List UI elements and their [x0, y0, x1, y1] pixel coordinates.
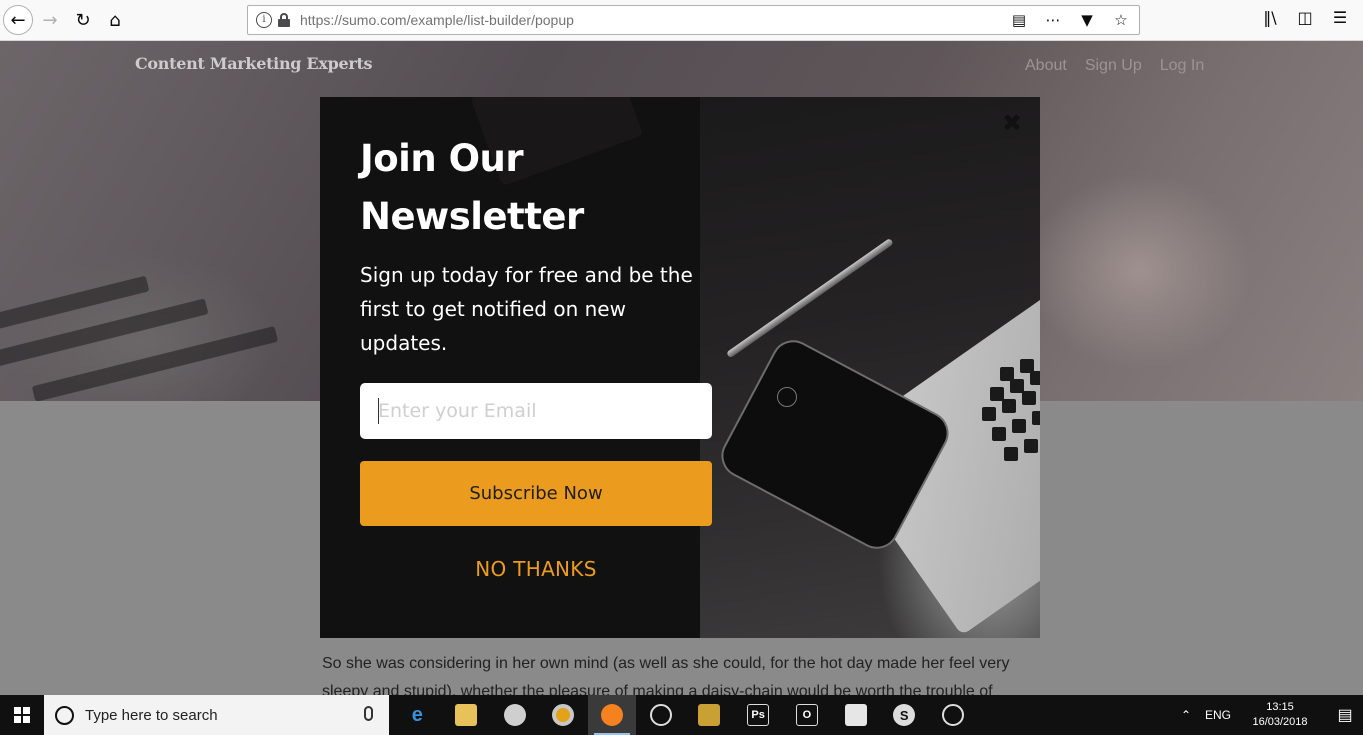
- lock-icon: [278, 13, 290, 27]
- paint-icon: [503, 704, 526, 726]
- microphone-icon[interactable]: [364, 706, 373, 721]
- sidebar-icon[interactable]: ◫: [1294, 8, 1316, 27]
- close-icon[interactable]: ✖: [1002, 111, 1022, 135]
- popup-title: Join Our Newsletter: [360, 130, 680, 246]
- site-brand[interactable]: Content Marketing Experts: [135, 54, 373, 73]
- pocket-icon[interactable]: ▼: [1077, 11, 1097, 29]
- nav-log-in[interactable]: Log In: [1160, 57, 1204, 75]
- popup-title-line: Join Our: [360, 137, 524, 180]
- info-icon[interactable]: i: [256, 12, 272, 28]
- page-actions-icon[interactable]: ⋯: [1043, 11, 1063, 29]
- subscribe-button[interactable]: Subscribe Now: [360, 461, 712, 526]
- edge-icon: e: [411, 703, 423, 726]
- clock-time: 13:15: [1266, 701, 1294, 713]
- photoshop-icon: Ps: [747, 704, 770, 726]
- article-line: So she was considering in her own mind (…: [322, 655, 1010, 672]
- system-tray: ⌃ ENG 13:15 16/03/2018 ▤: [1175, 695, 1363, 735]
- taskbar-app-chrome[interactable]: [539, 695, 588, 735]
- folder-icon: [455, 704, 478, 726]
- taskbar-app-photoshop[interactable]: Ps: [734, 695, 783, 735]
- popup-subtitle: Sign up today for free and be the first …: [360, 263, 693, 355]
- media-player-icon: [941, 704, 964, 726]
- spotify-icon: [649, 704, 672, 726]
- taskbar-app-outlook[interactable]: O: [783, 695, 832, 735]
- start-button[interactable]: [0, 695, 44, 735]
- taskbar-app-spotify[interactable]: [636, 695, 685, 735]
- nav-sign-up[interactable]: Sign Up: [1085, 57, 1142, 75]
- mail-icon: [698, 704, 721, 726]
- cortana-icon[interactable]: [55, 706, 74, 725]
- text-caret: [378, 398, 379, 424]
- email-input[interactable]: [360, 383, 712, 439]
- chrome-icon: [552, 704, 575, 726]
- popup-title-line: Newsletter: [360, 195, 584, 238]
- no-thanks-link[interactable]: NO THANKS: [360, 557, 712, 581]
- skype-icon: S: [893, 704, 916, 726]
- library-icon[interactable]: ‖\: [1259, 8, 1281, 27]
- taskbar-app-file-explorer[interactable]: [442, 695, 491, 735]
- site-nav: About Sign Up Log In: [1025, 57, 1204, 75]
- taskbar-app-edge[interactable]: e: [393, 695, 442, 735]
- notification-icon[interactable]: ▤: [1327, 695, 1363, 735]
- taskbar-app-firefox[interactable]: [587, 695, 637, 735]
- reader-view-icon[interactable]: ▤: [1009, 11, 1029, 29]
- photo-laptop-keys: [970, 359, 1040, 527]
- back-icon[interactable]: ←: [3, 5, 33, 35]
- home-icon[interactable]: ⌂: [100, 5, 130, 35]
- windows-icon: [14, 707, 30, 723]
- tray-overflow-icon[interactable]: ⌃: [1175, 708, 1197, 722]
- url-text[interactable]: https://sumo.com/example/list-builder/po…: [300, 12, 574, 28]
- forward-icon[interactable]: →: [35, 5, 65, 35]
- clock[interactable]: 13:15 16/03/2018: [1245, 700, 1315, 730]
- taskbar: Type here to search e Ps O S ⌃ ENG 13:15…: [0, 695, 1363, 735]
- taskbar-search[interactable]: Type here to search: [44, 695, 389, 735]
- newsletter-popup: ✖ Join Our Newsletter Sign up today for …: [320, 97, 1040, 638]
- taskbar-app-photos[interactable]: [831, 695, 880, 735]
- url-bar[interactable]: i https://sumo.com/example/list-builder/…: [247, 5, 1140, 35]
- taskbar-app-skype[interactable]: S: [880, 695, 929, 735]
- bookmark-star-icon[interactable]: ☆: [1111, 11, 1131, 29]
- menu-icon[interactable]: ☰: [1329, 8, 1351, 27]
- photo-phone-button: [777, 387, 797, 407]
- reload-icon[interactable]: ↻: [68, 5, 98, 35]
- clock-date: 16/03/2018: [1252, 716, 1308, 728]
- search-placeholder: Type here to search: [85, 707, 218, 724]
- firefox-icon: [601, 704, 624, 726]
- nav-about[interactable]: About: [1025, 57, 1067, 75]
- browser-toolbar: ← → ↻ ⌂ i https://sumo.com/example/list-…: [0, 0, 1363, 41]
- taskbar-apps: e Ps O S: [393, 695, 977, 735]
- taskbar-app-media-player[interactable]: [929, 695, 978, 735]
- outlook-icon: O: [795, 704, 818, 726]
- photos-icon: [844, 704, 867, 726]
- language-indicator[interactable]: ENG: [1205, 708, 1231, 722]
- taskbar-app-mail[interactable]: [685, 695, 734, 735]
- taskbar-app-paint[interactable]: [490, 695, 539, 735]
